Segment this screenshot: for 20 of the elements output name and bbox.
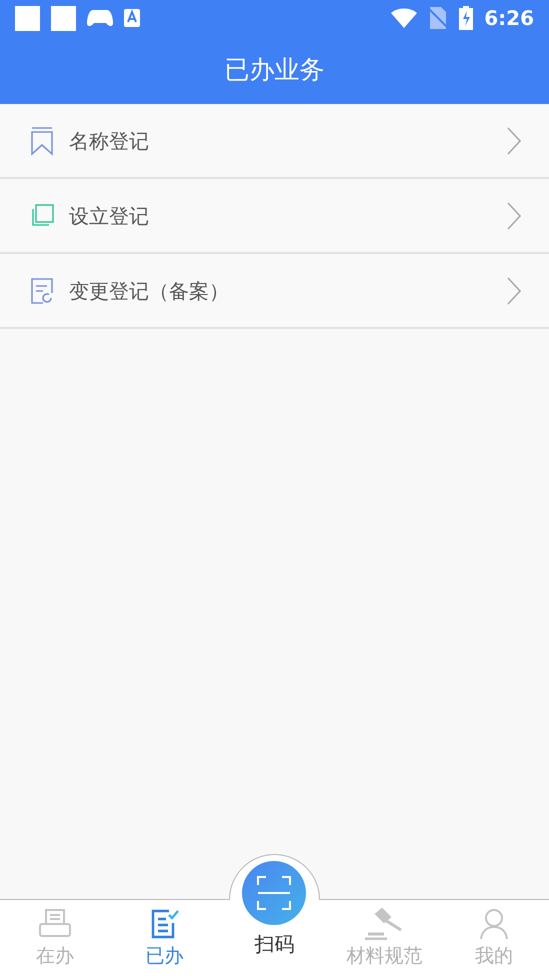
copy-icon [29,202,55,228]
wifi-icon [391,8,418,28]
notification-icon [15,6,40,30]
font-icon [124,9,140,27]
page-title: 已办业务 [224,54,324,86]
tab[interactable]: 已办 [110,900,220,976]
gamepad-icon [87,9,113,27]
person-icon [479,908,510,940]
scan-tab[interactable]: 扫码 [220,861,330,976]
chevron-right-icon [507,126,521,154]
bookmark-icon [30,126,54,156]
clock: 6:26 [484,5,534,32]
notification-icon [51,6,76,30]
no-sim-icon [428,7,448,29]
document-refresh-icon [30,276,54,304]
chevron-right-icon [507,276,521,304]
battery-charging-icon [459,6,474,30]
chevron-right-icon [507,202,521,230]
printer-icon [36,908,73,940]
scan-icon [257,876,292,910]
